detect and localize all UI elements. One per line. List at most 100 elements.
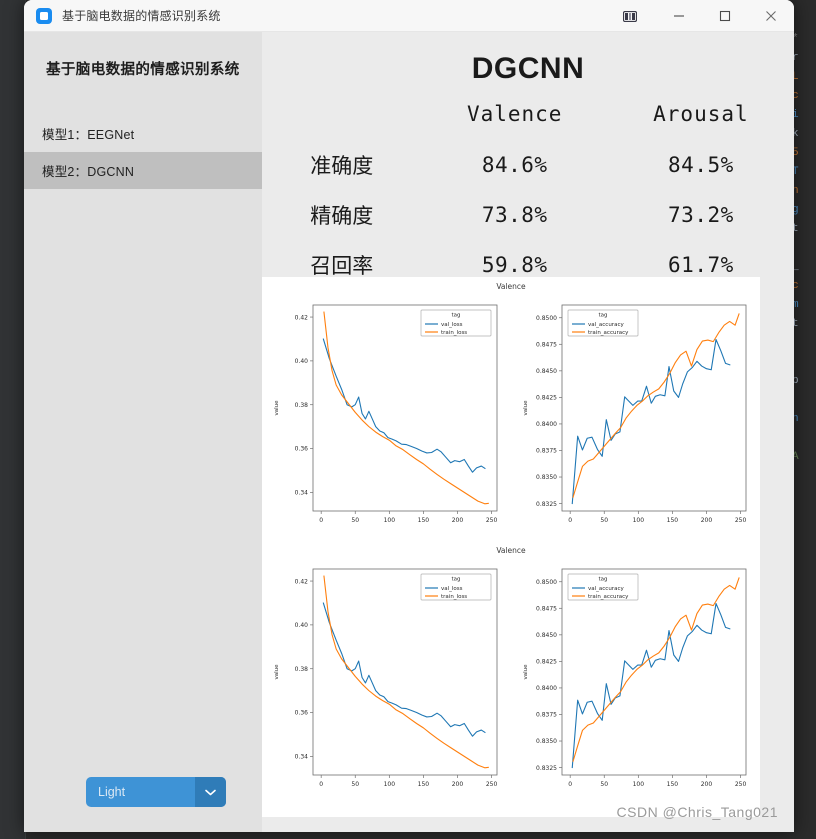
- y-tick-label: 0.8375: [536, 448, 557, 455]
- legend-label: val_loss: [441, 586, 463, 592]
- sidebar-item-model1[interactable]: 模型1：EEGNet: [24, 115, 262, 152]
- y-axis-label: value: [523, 664, 529, 680]
- app-window: 基于脑电数据的情感识别系统 基于脑电数据的情感识别系统 模型1：EEGNet 模…: [24, 0, 794, 832]
- chart-group-caption: Valence: [496, 282, 526, 291]
- x-tick-label: 200: [700, 781, 712, 788]
- legend-label: train_loss: [441, 594, 467, 600]
- metrics-col-arousal: Arousal: [653, 102, 749, 126]
- sidebar-item-label: 模型1：EEGNet: [42, 128, 135, 142]
- y-tick-label: 0.8450: [536, 632, 557, 639]
- chart-row-top: 0.34 0.36 0.38 0.40 0.42 0 50 100 150 200 250 value…: [262, 293, 760, 541]
- y-tick-label: 0.8350: [536, 474, 557, 481]
- legend-title: tag: [598, 577, 607, 583]
- window-controls: [604, 0, 794, 32]
- plot-valence-accuracy-bottom: 0.8325 0.8350 0.8375 0.8400 0.8425 0.8450 0.84…: [523, 568, 746, 788]
- plot-valence-loss-top: 0.34 0.36 0.38 0.40 0.42 0 50 100 150 200 250 value…: [274, 304, 497, 524]
- snap-layouts-icon[interactable]: [604, 0, 656, 32]
- metrics-row-label: 准确度: [310, 155, 374, 178]
- y-tick-label: 0.34: [294, 490, 308, 497]
- x-tick-label: 150: [417, 517, 429, 524]
- x-tick-label: 100: [632, 517, 644, 524]
- x-tick-label: 0: [319, 517, 323, 524]
- theme-select-value: Light: [98, 785, 126, 799]
- sidebar-item-label: 模型2：DGCNN: [42, 165, 135, 179]
- plot-valence-loss-bottom: 0.34 0.36 0.38 0.40 0.42 0 50 100 150 200 250 value…: [274, 568, 497, 788]
- chart-valence-accuracy-top[interactable]: 0.8325 0.8350 0.8375 0.8400 0.8425 0.8450 0.84…: [516, 293, 756, 541]
- y-tick-label: 0.8350: [536, 738, 557, 745]
- legend-label: train_loss: [441, 330, 467, 336]
- legend-title: tag: [451, 577, 460, 583]
- x-tick-label: 0: [319, 781, 323, 788]
- main-panel: DGCNN Valence Arousal 准确度 84.6% 84.5% 精确…: [262, 32, 794, 832]
- y-tick-label: 0.8375: [536, 712, 557, 719]
- x-tick-label: 100: [383, 781, 395, 788]
- y-tick-label: 0.8425: [536, 659, 557, 666]
- ide-left-code-strip: [2, 0, 26, 839]
- x-tick-label: 250: [485, 781, 497, 788]
- chart-valence-loss-bottom[interactable]: 0.34 0.36 0.38 0.40 0.42 0 50 100 150 200 250 value…: [267, 557, 507, 805]
- legend-label: val_accuracy: [588, 586, 624, 592]
- x-tick-label: 0: [568, 517, 572, 524]
- page-title: DGCNN: [471, 52, 585, 85]
- chart-legend: tag val_accuracy train_accuracy: [567, 309, 638, 337]
- y-tick-label: 0.8450: [536, 368, 557, 375]
- y-axis-label: value: [523, 400, 529, 416]
- metrics-table: Valence Arousal 准确度 84.6% 84.5% 精确度 73.8…: [262, 102, 794, 290]
- x-tick-label: 50: [600, 517, 608, 524]
- x-tick-label: 250: [734, 781, 746, 788]
- legend-label: train_accuracy: [588, 330, 629, 336]
- x-tick-label: 200: [451, 781, 463, 788]
- metrics-col-valence: Valence: [466, 102, 563, 126]
- legend-title: tag: [451, 313, 460, 319]
- chevron-down-icon[interactable]: [195, 777, 226, 807]
- chart-group-top: Valence 0.34 0.36 0.38 0.40 0.42 0 50 100 150 200…: [262, 277, 760, 541]
- sidebar: 基于脑电数据的情感识别系统 模型1：EEGNet 模型2：DGCNN Light: [24, 32, 262, 832]
- table-row: 精确度 73.8% 73.2%: [262, 190, 794, 240]
- y-tick-label: 0.38: [294, 666, 308, 673]
- chart-legend: tag val_accuracy train_accuracy: [567, 573, 638, 601]
- y-tick-label: 0.40: [294, 358, 308, 365]
- chart-valence-loss-top[interactable]: 0.34 0.36 0.38 0.40 0.42 0 50 100 150 200 250 value…: [267, 293, 507, 541]
- charts-panel: Valence 0.34 0.36 0.38 0.40 0.42 0 50 100 150 200…: [262, 277, 760, 817]
- title-bar[interactable]: 基于脑电数据的情感识别系统: [24, 0, 794, 32]
- theme-select[interactable]: Light: [86, 777, 226, 807]
- chart-valence-accuracy-bottom[interactable]: 0.8325 0.8350 0.8375 0.8400 0.8425 0.8450 0.84…: [516, 557, 756, 805]
- y-tick-label: 0.38: [294, 402, 308, 409]
- x-tick-label: 250: [734, 517, 746, 524]
- y-tick-label: 0.34: [294, 754, 308, 761]
- x-tick-label: 150: [666, 517, 678, 524]
- y-tick-label: 0.36: [294, 710, 308, 717]
- x-tick-label: 50: [600, 781, 608, 788]
- metrics-value: 73.8%: [481, 203, 548, 227]
- sidebar-item-model2[interactable]: 模型2：DGCNN: [24, 152, 262, 189]
- y-tick-label: 0.8400: [536, 421, 557, 428]
- watermark: CSDN @Chris_Tang021: [616, 804, 778, 820]
- y-tick-label: 0.8500: [536, 315, 557, 322]
- minimize-icon[interactable]: [656, 0, 702, 32]
- metrics-header-row: Valence Arousal: [262, 102, 794, 140]
- metrics-value: 84.6%: [481, 153, 548, 177]
- x-tick-label: 50: [351, 517, 359, 524]
- y-tick-label: 0.8425: [536, 395, 557, 402]
- x-tick-label: 100: [383, 517, 395, 524]
- y-axis-label: value: [274, 664, 280, 680]
- metrics-corner-cell: [262, 102, 422, 140]
- y-tick-label: 0.42: [294, 578, 308, 585]
- close-icon[interactable]: [748, 0, 794, 32]
- legend-label: train_accuracy: [588, 594, 629, 600]
- y-tick-label: 0.8325: [536, 765, 557, 772]
- metrics-value: 73.2%: [668, 203, 734, 227]
- y-tick-label: 0.8500: [536, 579, 557, 586]
- y-tick-label: 0.8475: [536, 341, 557, 348]
- x-tick-label: 150: [666, 781, 678, 788]
- x-tick-label: 100: [632, 781, 644, 788]
- chart-row-bottom: 0.34 0.36 0.38 0.40 0.42 0 50 100 150 200 250 value…: [262, 557, 760, 805]
- legend-label: val_accuracy: [588, 322, 624, 328]
- desktop-background: * r L c i k 5 T n g t _ c m t p n A 基于脑电…: [0, 0, 816, 839]
- legend-title: tag: [598, 313, 607, 319]
- x-tick-label: 50: [351, 781, 359, 788]
- metrics-row-label: 精确度: [310, 205, 374, 228]
- x-tick-label: 0: [568, 781, 572, 788]
- sidebar-model-list: 模型1：EEGNet 模型2：DGCNN: [24, 115, 262, 189]
- maximize-icon[interactable]: [702, 0, 748, 32]
